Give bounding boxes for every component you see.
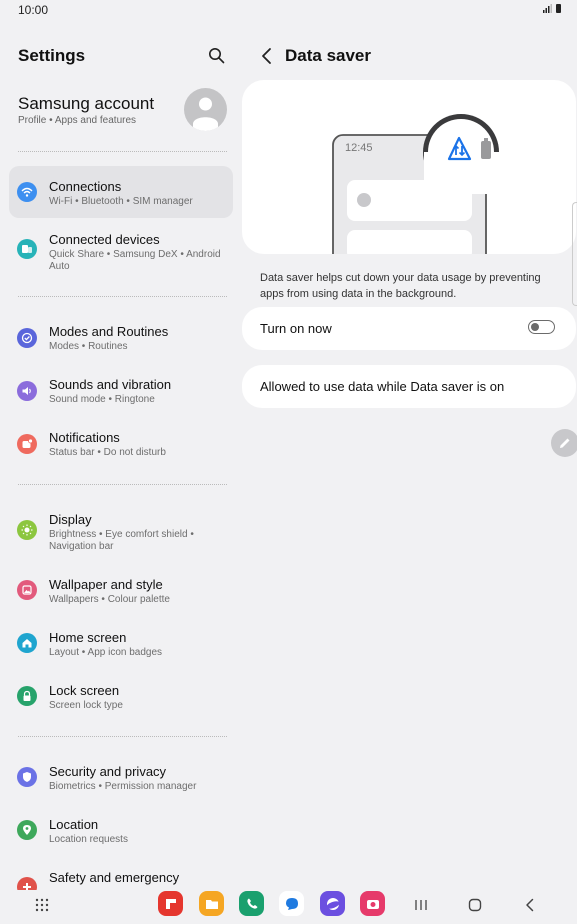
settings-item-location[interactable]: Location Location requests	[9, 807, 233, 857]
account-subtitle: Profile • Apps and features	[18, 115, 137, 126]
status-time: 10:00	[18, 3, 49, 17]
settings-item-label: Lock screen	[49, 683, 120, 698]
my-files-app-icon[interactable]	[199, 891, 224, 916]
pencil-icon	[560, 438, 570, 448]
settings-item-modes-routines[interactable]: Modes and Routines Modes • Routines	[9, 314, 233, 364]
settings-item-sounds[interactable]: Sounds and vibration Sound mode • Ringto…	[9, 367, 233, 417]
settings-item-safety[interactable]: Safety and emergency	[9, 860, 233, 890]
settings-item-label: Wallpaper and style	[49, 577, 163, 592]
allowed-apps-label: Allowed to use data while Data saver is …	[260, 379, 505, 394]
home-icon	[17, 633, 37, 653]
check-circle-icon	[17, 328, 37, 348]
person-icon	[193, 97, 218, 131]
settings-item-subtitle: Screen lock type	[49, 700, 123, 711]
data-saver-description: Data saver helps cut down your data usag…	[260, 272, 541, 300]
messages-app-icon[interactable]	[279, 891, 304, 916]
data-saver-pane: Data saver 12:45 Data saver helps cut do…	[242, 22, 577, 890]
recent-apps-icon[interactable]	[413, 898, 429, 912]
signal-icon	[543, 4, 552, 13]
settings-item-subtitle: Layout • App icon badges	[49, 647, 163, 658]
settings-item-subtitle: Brightness • Eye comfort shield • Naviga…	[49, 529, 194, 552]
divider	[18, 736, 227, 737]
phone-app-icon[interactable]	[239, 891, 264, 916]
allowed-apps-row[interactable]: Allowed to use data while Data saver is …	[242, 365, 576, 408]
settings-item-home-screen[interactable]: Home screen Layout • App icon badges	[9, 620, 233, 670]
settings-item-label: Modes and Routines	[49, 324, 169, 339]
turn-on-now-row[interactable]: Turn on now	[242, 307, 576, 350]
settings-item-display[interactable]: Display Brightness • Eye comfort shield …	[9, 502, 233, 558]
settings-item-subtitle: Quick Share • Samsung DeX • Android Auto	[49, 249, 221, 272]
edge-panel-handle[interactable]	[572, 202, 577, 306]
taskbar	[0, 890, 577, 924]
search-icon[interactable]	[207, 46, 227, 66]
settings-item-label: Notifications	[49, 430, 120, 445]
camera-app-icon[interactable]	[360, 891, 385, 916]
status-icons	[543, 4, 561, 13]
back-button-icon[interactable]	[522, 897, 538, 913]
settings-item-label: Location	[49, 817, 99, 832]
app-drawer-icon[interactable]	[35, 898, 49, 912]
settings-item-security[interactable]: Security and privacy Biometrics • Permis…	[9, 754, 233, 804]
illustration-clock: 12:45	[345, 142, 373, 154]
toggle-knob	[530, 322, 539, 331]
notification-icon	[17, 434, 37, 454]
settings-item-label: Display	[49, 512, 92, 527]
settings-item-label: Home screen	[49, 630, 127, 645]
settings-item-connections[interactable]: Connections Wi-Fi • Bluetooth • SIM mana…	[9, 166, 233, 218]
settings-item-subtitle: Sound mode • Ringtone	[49, 394, 155, 405]
settings-item-notifications[interactable]: Notifications Status bar • Do not distur…	[9, 420, 233, 470]
settings-item-connected-devices[interactable]: Connected devices Quick Share • Samsung …	[9, 222, 233, 278]
volume-icon	[17, 381, 37, 401]
turn-on-now-label: Turn on now	[260, 321, 332, 336]
settings-item-lock-screen[interactable]: Lock screen Screen lock type	[9, 673, 233, 723]
phone-illustration	[332, 114, 499, 254]
settings-item-label: Connected devices	[49, 232, 160, 247]
data-saver-illustration: 12:45	[242, 80, 576, 254]
account-title: Samsung account	[18, 94, 155, 113]
settings-item-label: Connections	[49, 179, 122, 194]
settings-item-wallpaper[interactable]: Wallpaper and style Wallpapers • Colour …	[9, 567, 233, 617]
wallpaper-icon	[17, 580, 37, 600]
settings-item-subtitle: Biometrics • Permission manager	[49, 781, 197, 792]
location-pin-icon	[17, 820, 37, 840]
settings-item-label: Security and privacy	[49, 764, 167, 779]
settings-list-pane: Settings Samsung account Profile • Apps …	[0, 22, 242, 890]
home-button-icon[interactable]	[467, 897, 483, 913]
divider	[18, 484, 227, 485]
settings-item-label: Sounds and vibration	[49, 377, 172, 392]
settings-item-label: Safety and emergency	[49, 870, 180, 885]
battery-icon	[556, 4, 561, 13]
sun-icon	[17, 520, 37, 540]
settings-item-subtitle: Wallpapers • Colour palette	[49, 594, 170, 605]
emergency-icon	[17, 877, 37, 890]
divider	[18, 296, 227, 297]
wifi-icon	[17, 182, 37, 202]
status-bar: 10:00	[0, 0, 577, 22]
flipboard-app-icon[interactable]	[158, 891, 183, 916]
avatar[interactable]	[184, 88, 227, 131]
settings-item-subtitle: Modes • Routines	[49, 341, 128, 352]
samsung-account-row[interactable]: Samsung account Profile • Apps and featu…	[0, 82, 242, 140]
lock-icon	[17, 686, 37, 706]
settings-item-subtitle: Status bar • Do not disturb	[49, 447, 166, 458]
connected-devices-icon	[17, 239, 37, 259]
internet-app-icon[interactable]	[320, 891, 345, 916]
settings-item-subtitle: Location requests	[49, 834, 128, 845]
data-saver-toggle[interactable]	[528, 320, 555, 334]
settings-title: Settings	[18, 46, 86, 65]
settings-item-subtitle: Wi-Fi • Bluetooth • SIM manager	[49, 196, 193, 207]
edit-floating-button[interactable]	[551, 429, 577, 457]
divider	[18, 151, 227, 152]
page-title: Data saver	[285, 46, 372, 65]
shield-icon	[17, 767, 37, 787]
back-arrow-icon[interactable]	[258, 45, 276, 67]
